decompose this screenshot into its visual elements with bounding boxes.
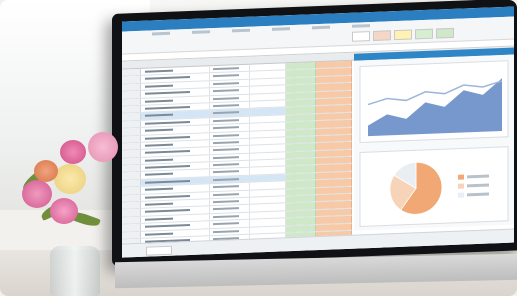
cell bbox=[285, 91, 316, 100]
cell bbox=[285, 224, 316, 233]
row-header bbox=[122, 216, 141, 224]
ribbon-tab bbox=[152, 31, 170, 36]
legend-swatch bbox=[458, 183, 464, 189]
row-header bbox=[122, 120, 141, 128]
charts-svg bbox=[359, 60, 509, 227]
pink-flower bbox=[50, 198, 78, 224]
row-header bbox=[122, 164, 141, 173]
style-swatch bbox=[436, 27, 454, 39]
cell bbox=[285, 136, 316, 144]
spreadsheet-grid bbox=[122, 60, 352, 247]
row-header bbox=[122, 135, 141, 143]
cell bbox=[285, 121, 316, 129]
cell bbox=[285, 99, 316, 107]
row-header bbox=[122, 172, 141, 180]
sheet-tab bbox=[146, 245, 172, 256]
row-header bbox=[122, 113, 141, 121]
pink-flower bbox=[22, 180, 52, 208]
ribbon-tab bbox=[272, 27, 290, 31]
ribbon-tab bbox=[232, 28, 250, 33]
cell bbox=[285, 180, 316, 188]
ribbon-tab bbox=[312, 25, 330, 30]
yellow-flower bbox=[54, 164, 86, 194]
cell bbox=[285, 143, 316, 152]
cell bbox=[285, 165, 316, 174]
computer-monitor bbox=[112, 0, 517, 266]
row-header bbox=[122, 105, 141, 113]
ribbon-tab bbox=[352, 24, 370, 28]
row-header bbox=[122, 201, 141, 210]
pink-flower bbox=[88, 132, 118, 162]
cell bbox=[285, 76, 316, 85]
orange-flower bbox=[34, 160, 58, 182]
style-swatch bbox=[373, 30, 391, 41]
row-header bbox=[122, 76, 141, 84]
legend-swatch bbox=[458, 192, 464, 198]
cell bbox=[285, 173, 316, 181]
cell bbox=[285, 195, 316, 203]
cell bbox=[285, 209, 316, 218]
glass-vase bbox=[50, 246, 100, 296]
style-swatch bbox=[415, 28, 433, 40]
cell bbox=[285, 150, 316, 159]
pink-flower bbox=[60, 140, 86, 164]
chart-panel bbox=[354, 54, 514, 231]
cell bbox=[285, 84, 316, 92]
cell bbox=[285, 187, 316, 196]
cell-styles-gallery bbox=[352, 27, 454, 42]
cell bbox=[285, 62, 316, 70]
row-header bbox=[122, 194, 141, 202]
cell bbox=[285, 128, 316, 137]
style-swatch bbox=[352, 31, 370, 42]
row-header bbox=[122, 128, 141, 136]
row-header bbox=[122, 150, 141, 158]
cell bbox=[285, 202, 316, 211]
ribbon-tab bbox=[192, 30, 210, 34]
row-header bbox=[122, 142, 141, 150]
row-header bbox=[122, 187, 141, 195]
row-header bbox=[122, 83, 141, 91]
monitor-screen bbox=[122, 6, 514, 258]
row-header bbox=[122, 98, 141, 106]
cell bbox=[285, 158, 316, 166]
cell bbox=[285, 113, 316, 122]
row-header bbox=[122, 209, 141, 217]
cell bbox=[285, 69, 316, 78]
row-header bbox=[122, 231, 141, 239]
row-header bbox=[122, 179, 141, 187]
row-header bbox=[122, 224, 141, 232]
legend-swatch bbox=[458, 174, 464, 180]
row-header bbox=[122, 157, 141, 165]
style-swatch bbox=[394, 29, 412, 41]
row-header bbox=[122, 91, 141, 99]
cell bbox=[285, 217, 316, 225]
cell bbox=[285, 106, 316, 115]
photo-scene bbox=[0, 0, 517, 296]
row-header bbox=[122, 68, 141, 77]
